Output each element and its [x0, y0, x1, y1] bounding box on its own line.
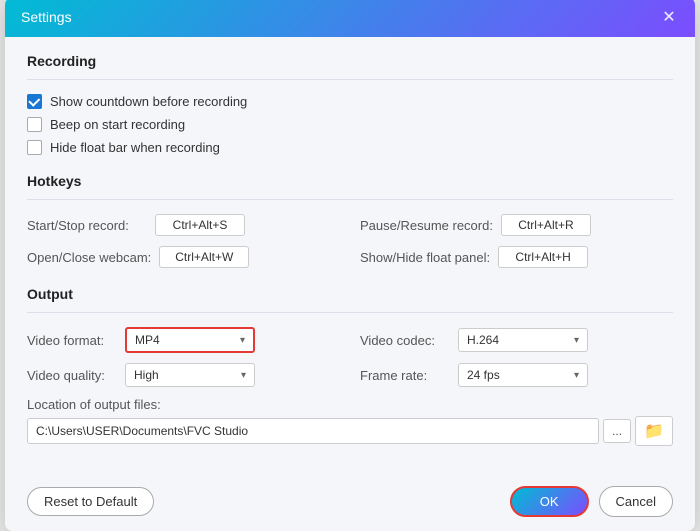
hotkey-pauseresume-input[interactable]: Ctrl+Alt+R: [501, 214, 591, 236]
hotkey-floatpanel-input[interactable]: Ctrl+Alt+H: [498, 246, 588, 268]
output-framerate-label: Frame rate:: [360, 368, 450, 383]
hotkey-row-pauseresume: Pause/Resume record: Ctrl+Alt+R: [360, 214, 673, 236]
checkbox-countdown[interactable]: [27, 94, 42, 109]
hotkey-webcam-input[interactable]: Ctrl+Alt+W: [159, 246, 249, 268]
hotkey-startstop-input[interactable]: Ctrl+Alt+S: [155, 214, 245, 236]
framerate-value: 24 fps: [467, 368, 500, 382]
footer: Reset to Default OK Cancel: [5, 476, 695, 531]
checkbox-countdown-label: Show countdown before recording: [50, 94, 247, 109]
framerate-arrow-icon: ▾: [574, 370, 579, 381]
hotkeys-section-title: Hotkeys: [27, 173, 673, 189]
content-area: Recording Show countdown before recordin…: [5, 37, 695, 476]
hotkey-webcam-label: Open/Close webcam:: [27, 250, 151, 265]
folder-icon: 📁: [644, 423, 664, 440]
videoformat-select[interactable]: MP4 ▾: [125, 327, 255, 353]
checkbox-row-beep[interactable]: Beep on start recording: [27, 117, 673, 132]
cancel-button[interactable]: Cancel: [599, 486, 673, 517]
hotkey-startstop-label: Start/Stop record:: [27, 218, 147, 233]
hotkeys-section: Hotkeys Start/Stop record: Ctrl+Alt+S Pa…: [27, 173, 673, 268]
checkbox-beep[interactable]: [27, 117, 42, 132]
output-row-videoformat: Video format: MP4 ▾: [27, 327, 340, 353]
videocodec-select[interactable]: H.264 ▾: [458, 328, 588, 352]
checkbox-row-countdown[interactable]: Show countdown before recording: [27, 94, 673, 109]
videoquality-value: High: [134, 368, 159, 382]
location-row: Location of output files: C:\Users\USER\…: [27, 397, 673, 446]
recording-section-title: Recording: [27, 53, 673, 69]
reset-button[interactable]: Reset to Default: [27, 487, 154, 516]
checkbox-beep-label: Beep on start recording: [50, 117, 185, 132]
framerate-select[interactable]: 24 fps ▾: [458, 363, 588, 387]
videoquality-select[interactable]: High ▾: [125, 363, 255, 387]
dots-button[interactable]: ...: [603, 419, 631, 443]
close-button[interactable]: ✕: [659, 7, 679, 27]
settings-dialog: Settings ✕ Recording Show countdown befo…: [5, 0, 695, 531]
checkbox-row-floatbar[interactable]: Hide float bar when recording: [27, 140, 673, 155]
title-bar: Settings ✕: [5, 0, 695, 37]
output-row-videoquality: Video quality: High ▾: [27, 363, 340, 387]
recording-section: Recording Show countdown before recordin…: [27, 53, 673, 155]
videoformat-value: MP4: [135, 333, 160, 347]
hotkey-row-floatpanel: Show/Hide float panel: Ctrl+Alt+H: [360, 246, 673, 268]
videoformat-arrow-icon: ▾: [240, 335, 245, 346]
output-row-framerate: Frame rate: 24 fps ▾: [360, 363, 673, 387]
output-videoformat-label: Video format:: [27, 333, 117, 348]
videocodec-value: H.264: [467, 333, 499, 347]
checkbox-floatbar[interactable]: [27, 140, 42, 155]
hotkey-floatpanel-label: Show/Hide float panel:: [360, 250, 490, 265]
footer-right: OK Cancel: [510, 486, 673, 517]
checkbox-floatbar-label: Hide float bar when recording: [50, 140, 220, 155]
folder-button[interactable]: 📁: [635, 416, 673, 446]
hotkeys-grid: Start/Stop record: Ctrl+Alt+S Pause/Resu…: [27, 214, 673, 268]
location-input[interactable]: C:\Users\USER\Documents\FVC Studio: [27, 418, 599, 444]
dialog-title: Settings: [21, 9, 72, 25]
hotkey-row-webcam: Open/Close webcam: Ctrl+Alt+W: [27, 246, 340, 268]
ok-button[interactable]: OK: [510, 486, 589, 517]
output-videocodec-label: Video codec:: [360, 333, 450, 348]
hotkey-pauseresume-label: Pause/Resume record:: [360, 218, 493, 233]
output-grid: Video format: MP4 ▾ Video codec: H.264 ▾…: [27, 327, 673, 387]
output-section-title: Output: [27, 286, 673, 302]
videoquality-arrow-icon: ▾: [241, 370, 246, 381]
output-section: Output Video format: MP4 ▾ Video codec: …: [27, 286, 673, 446]
output-videoquality-label: Video quality:: [27, 368, 117, 383]
output-row-videocodec: Video codec: H.264 ▾: [360, 327, 673, 353]
hotkey-row-startstop: Start/Stop record: Ctrl+Alt+S: [27, 214, 340, 236]
location-label: Location of output files:: [27, 397, 673, 412]
videocodec-arrow-icon: ▾: [574, 335, 579, 346]
location-input-row: C:\Users\USER\Documents\FVC Studio ... 📁: [27, 416, 673, 446]
